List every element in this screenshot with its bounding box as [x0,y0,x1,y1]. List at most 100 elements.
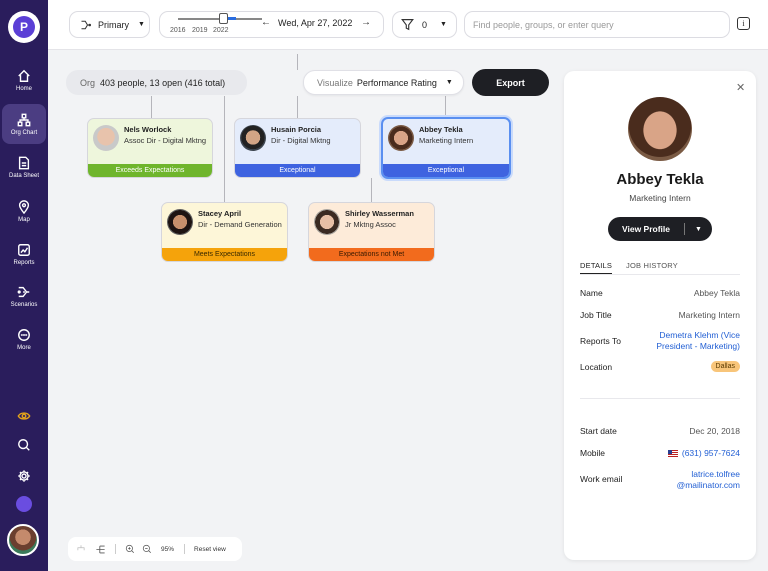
nav-org-chart[interactable]: Org Chart [2,104,46,144]
tab-details[interactable]: DETAILS [580,261,613,274]
job-title-label: Job Title [580,310,612,320]
zoom-out-icon[interactable] [142,544,152,554]
year-tick: 2019 [192,27,208,34]
job-title-value: Marketing Intern [678,310,740,320]
person-role: Dir - Demand Generation [198,220,282,229]
person-name: Nels Worlock [124,125,172,134]
name-value: Abbey Tekla [693,288,740,298]
person-photo [167,209,193,235]
nav-map-label: Map [18,216,30,223]
org-summary: Org 403 people, 13 open (416 total) [66,70,247,95]
location-label: Location [580,362,613,372]
year-tick: 2022 [213,27,229,34]
zoom-in-icon[interactable] [125,544,135,554]
brand-icon [16,496,32,512]
search-input[interactable] [464,11,730,38]
timeline-slider-fill [228,17,236,20]
rating-bar: Meets Expectations [162,248,287,261]
nav-scenarios[interactable]: Scenarios [2,276,46,316]
connector-line [297,54,298,70]
person-detail-panel: ✕ Abbey Tekla Marketing Intern View Prof… [564,71,756,560]
person-name: Abbey Tekla [419,125,463,134]
nav-data-sheet[interactable]: Data Sheet [2,147,46,187]
visibility-toggle[interactable] [14,406,34,426]
profile-title: Marketing Intern [629,193,691,203]
filter-count: 0 [422,19,428,30]
person-role: Assoc Dir - Digital Mktng [124,136,207,145]
work-email-label: Work email [580,474,623,484]
visualize-selector[interactable]: Visualize Performance Rating ▼ [303,70,464,95]
reports-to-link[interactable]: Demetra Klehm (Vice President - Marketin… [656,330,740,352]
name-label: Name [580,288,603,298]
org-chart-icon [17,113,31,126]
view-selector-label: Primary [98,19,129,30]
view-profile-label: View Profile [621,224,671,234]
map-pin-icon [18,199,30,214]
info-icon[interactable]: i [737,17,750,30]
view-profile-button[interactable]: View Profile ▼ [608,217,712,241]
mobile-number: (631) 957-7624 [681,448,740,458]
home-icon [18,69,30,82]
tab-divider [580,274,740,275]
connector-line [224,96,225,202]
date-label[interactable]: Wed, Apr 27, 2022 [278,18,352,28]
next-date-arrow-icon[interactable]: → [361,17,371,28]
nav-map[interactable]: Map [2,191,46,231]
close-icon[interactable]: ✕ [736,81,745,94]
nav-reports[interactable]: Reports [2,234,46,274]
connector-line [445,96,446,118]
work-email-link[interactable]: latrice.tolfree @mailinator.com [677,469,740,491]
us-flag-icon [667,450,678,457]
nav-org-chart-label: Org Chart [10,129,38,136]
start-date-value: Dec 20, 2018 [689,426,740,436]
filter-button[interactable]: 0 ▼ [392,11,457,38]
person-card[interactable]: Nels Worlock Assoc Dir - Digital Mktng E… [87,118,213,178]
person-card-selected[interactable]: Abbey Tekla Marketing Intern Exceptional [381,117,511,179]
brand-button[interactable] [14,494,34,514]
data-sheet-icon [18,156,30,169]
nav-scenarios-label: Scenarios [10,301,38,308]
view-selector[interactable]: Primary ▼ [69,11,150,38]
divider [115,544,116,554]
nav-home[interactable]: Home [2,60,46,100]
nav-home-label: Home [15,85,32,92]
nav-more[interactable]: More [2,319,46,359]
profile-photo [628,97,692,161]
reports-to-label: Reports To [580,336,621,346]
connector-line [297,96,298,118]
person-card[interactable]: Shirley Wasserman Jr Mktng Assoc Expecta… [308,202,435,262]
rating-bar: Expectations not Met [309,248,434,261]
visualize-label: Visualize [317,77,353,88]
person-photo [93,125,119,151]
app-logo[interactable]: P [8,11,40,43]
more-icon [18,328,30,341]
reports-to-line-2: President - Marketing) [656,341,740,351]
person-card[interactable]: Stacey April Dir - Demand Generation Mee… [161,202,288,262]
zoom-toolbar: 95% Reset view [68,537,242,561]
previous-date-arrow-icon[interactable]: ← [261,17,271,28]
location-badge: Dallas [710,361,740,372]
reports-to-line-1: Demetra Klehm (Vice [659,330,740,340]
mobile-value[interactable]: (631) 957-7624 [667,448,740,459]
sidebar-settings[interactable] [14,466,34,486]
org-label: Org [80,77,96,88]
person-card[interactable]: Husain Porcia Dir - Digital Mktng Except… [234,118,361,178]
sidebar-search[interactable] [14,435,34,455]
person-photo [388,125,414,151]
export-button[interactable]: Export [472,69,549,96]
mobile-label: Mobile [580,448,606,458]
caret-down-icon[interactable]: ▼ [685,226,712,233]
user-avatar[interactable] [7,524,39,556]
nav-reports-label: Reports [13,259,35,266]
app-logo-mark: P [13,16,35,38]
person-role: Jr Mktng Assoc [345,220,396,229]
person-role: Dir - Digital Mktng [271,136,331,145]
tree-layout-icon[interactable] [76,544,86,554]
tab-job-history[interactable]: JOB HISTORY [626,261,678,270]
filter-funnel-icon [401,19,414,31]
list-layout-icon[interactable] [95,544,106,555]
profile-name: Abbey Tekla [616,171,704,188]
reset-view-button[interactable]: Reset view [194,546,226,553]
year-tick: 2016 [170,27,186,34]
timeline-slider-thumb[interactable] [219,13,228,24]
